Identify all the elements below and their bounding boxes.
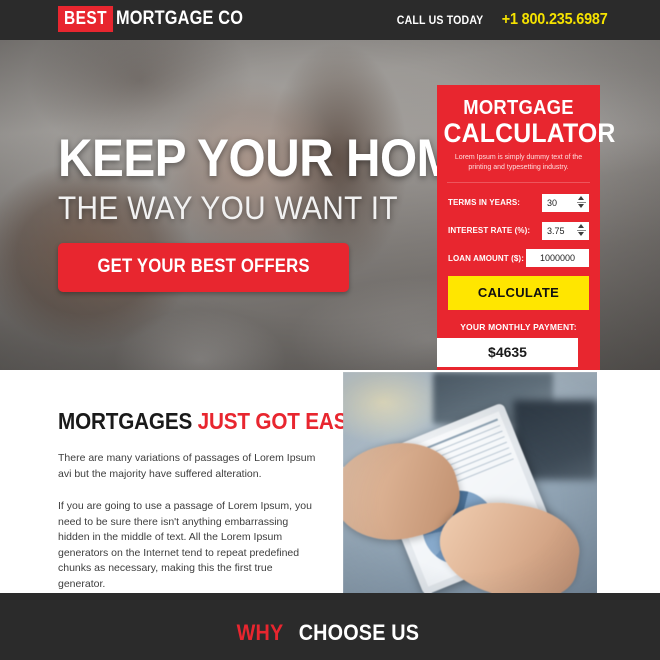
why-choose-us-red: WHY [236,620,284,645]
terms-in-years-stepper[interactable] [542,193,589,212]
interest-rate-input[interactable] [542,222,589,240]
hero-section: KEEP YOUR HOME THE WAY YOU WANT IT GET Y… [0,40,660,370]
site-logo[interactable]: BEST MORTGAGE CO [58,6,264,32]
why-choose-us-section: WHY CHOOSE US [0,593,660,660]
field-row-terms: TERMS IN YEARS: [448,193,589,212]
loan-amount-input[interactable] [526,249,589,267]
tablet-chart-photo [343,372,597,593]
calculate-button[interactable]: CALCULATE [448,276,589,310]
mortgages-info-section: MORTGAGES JUST GOT EASIER There are many… [0,370,660,593]
interest-rate-label: INTEREST RATE (%): [448,226,531,235]
phone-number-link[interactable]: +1 800.235.6987 [502,11,608,29]
mortgages-heading: MORTGAGES JUST GOT EASIER [58,408,381,434]
why-choose-us-white: CHOOSE US [298,620,420,645]
calculator-form: TERMS IN YEARS: INTEREST RATE (%): [437,183,600,267]
get-your-best-offers-button[interactable]: GET YOUR BEST OFFERS [58,243,350,292]
calculator-title-line2: CALCULATOR [443,118,616,148]
hero-headline: KEEP YOUR HOME [58,129,488,188]
top-header-bar: BEST MORTGAGE CO CALL US TODAY +1 800.23… [0,0,660,40]
monthly-payment-value [437,338,578,367]
calculator-title-line1: MORTGAGE [463,97,574,119]
interest-rate-stepper[interactable] [542,221,589,240]
photo-depth-blur [343,372,597,593]
terms-in-years-input[interactable] [542,194,589,212]
call-us-block: CALL US TODAY +1 800.235.6987 [385,11,608,29]
calculator-description: Lorem Ipsum is simply dummy text of the … [454,154,583,171]
loan-amount-label: LOAN AMOUNT ($): [448,253,524,263]
mortgages-paragraph-1: There are many variations of passages of… [58,452,316,480]
field-row-loan-amount: LOAN AMOUNT ($): [448,249,589,267]
logo-text-mortgage-co: MORTGAGE CO [116,8,244,29]
mortgage-calculator-panel: MORTGAGE CALCULATOR Lorem Ipsum is simpl… [437,85,616,370]
monthly-payment-label: YOUR MONTHLY PAYMENT: [460,322,577,332]
field-row-interest-rate: INTEREST RATE (%): [448,221,589,240]
landing-page: BEST MORTGAGE CO CALL US TODAY +1 800.23… [0,0,660,660]
logo-badge-best: BEST [58,6,114,32]
hero-subheadline: THE WAY YOU WANT IT [58,190,398,226]
mortgages-text-column: MORTGAGES JUST GOT EASIER There are many… [58,408,381,592]
mortgages-heading-dark: MORTGAGES [58,408,193,434]
cta-button-label: GET YOUR BEST OFFERS [97,256,310,277]
call-us-label: CALL US TODAY [396,13,484,27]
terms-in-years-label: TERMS IN YEARS: [448,198,521,207]
why-choose-us-heading: WHY CHOOSE US [0,620,660,646]
mortgages-paragraph-2: If you are going to use a passage of Lor… [58,500,312,590]
